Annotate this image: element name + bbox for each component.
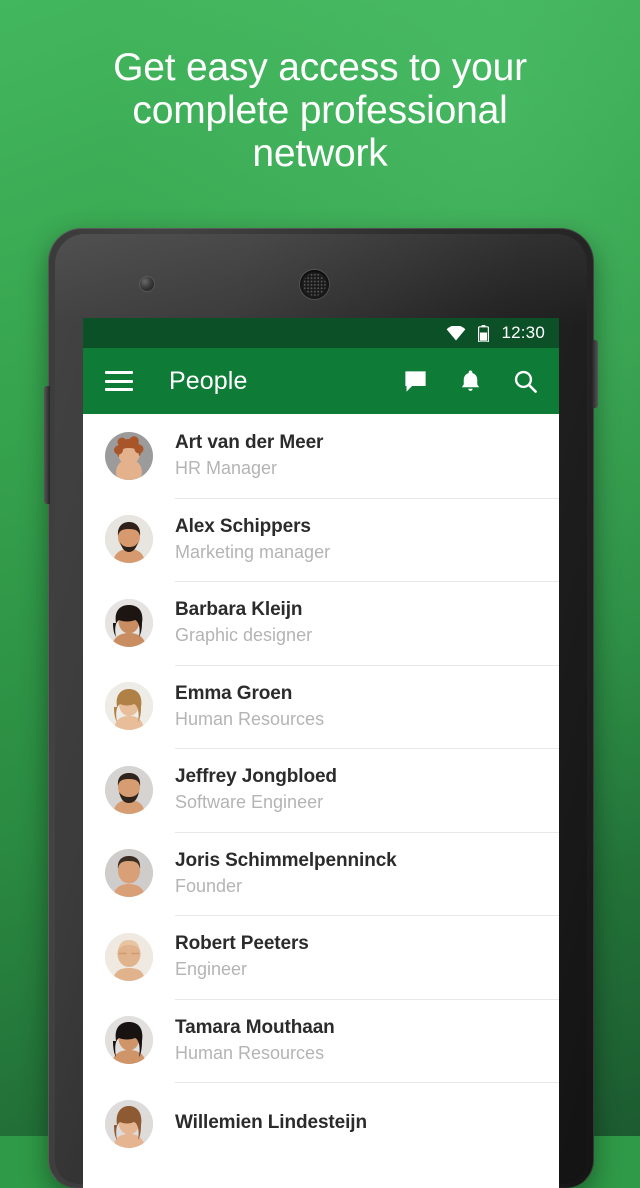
status-bar: 12:30 xyxy=(83,318,559,348)
person-role: HR Manager xyxy=(175,458,278,479)
person-name: Art van der Meer xyxy=(175,432,324,454)
bell-icon[interactable] xyxy=(457,368,484,395)
person-role: Founder xyxy=(175,875,243,896)
earpiece-speaker-icon xyxy=(300,270,329,299)
list-item[interactable]: Joris Schimmelpenninck Founder xyxy=(83,831,559,916)
hamburger-menu-icon[interactable] xyxy=(105,371,133,391)
phone-mockup: 12:30 People Art van der Meer HR Manager… xyxy=(44,228,598,1188)
list-item-text: Art van der Meer HR Manager xyxy=(175,431,323,480)
list-item-text: Joris Schimmelpenninck Founder xyxy=(175,849,397,898)
app-bar: People xyxy=(83,348,559,414)
list-item[interactable]: Art van der Meer HR Manager xyxy=(83,414,559,498)
avatar xyxy=(105,682,153,731)
list-item-text: Jeffrey Jongbloed Software Engineer xyxy=(175,765,337,814)
list-item[interactable]: Robert Peeters Engineer xyxy=(83,915,559,999)
list-item-text: Tamara Mouthaan Human Resources xyxy=(175,1016,335,1065)
person-name: Willemien Lindesteijn xyxy=(175,1112,367,1134)
list-item-text: Barbara Kleijn Graphic designer xyxy=(175,598,312,647)
person-role: Human Resources xyxy=(175,1042,325,1063)
person-role: Marketing manager xyxy=(175,541,331,562)
list-item[interactable]: Jeffrey Jongbloed Software Engineer xyxy=(83,748,559,832)
front-camera-icon xyxy=(140,277,154,291)
person-name: Tamara Mouthaan xyxy=(175,1016,335,1038)
list-item[interactable]: Tamara Mouthaan Human Resources xyxy=(83,998,559,1083)
person-role: Graphic designer xyxy=(175,625,313,646)
promo-headline: Get easy access to your complete profess… xyxy=(113,46,527,175)
list-item[interactable]: Willemien Lindesteijn xyxy=(83,1082,559,1166)
avatar xyxy=(105,932,153,981)
status-bar-clock: 12:30 xyxy=(501,323,545,342)
person-name: Alex Schippers xyxy=(175,515,311,537)
avatar xyxy=(105,598,153,647)
person-name: Barbara Kleijn xyxy=(175,599,303,621)
list-item-text: Alex Schippers Marketing manager xyxy=(175,515,330,564)
person-name: Jeffrey Jongbloed xyxy=(175,766,337,788)
power-button[interactable] xyxy=(592,340,598,408)
volume-button[interactable] xyxy=(44,386,50,504)
people-list: Art van der Meer HR Manager Alex Schippe… xyxy=(83,414,559,1166)
avatar xyxy=(105,765,153,814)
avatar xyxy=(105,1016,153,1065)
person-name: Robert Peeters xyxy=(175,933,309,955)
person-role: Engineer xyxy=(175,959,248,980)
wifi-icon xyxy=(446,325,466,341)
list-item[interactable]: Emma Groen Human Resources xyxy=(83,664,559,749)
search-icon[interactable] xyxy=(512,368,539,395)
page-title: People xyxy=(169,366,248,395)
list-item-text: Robert Peeters Engineer xyxy=(175,932,309,981)
avatar xyxy=(105,515,153,564)
list-item-text: Willemien Lindesteijn xyxy=(175,1111,367,1136)
avatar xyxy=(105,849,153,898)
avatar xyxy=(105,431,153,480)
app-bar-actions xyxy=(402,368,539,395)
battery-icon xyxy=(478,324,490,342)
list-item-text: Emma Groen Human Resources xyxy=(175,682,324,731)
chat-bubble-icon[interactable] xyxy=(402,368,429,395)
person-role: Software Engineer xyxy=(175,792,324,813)
list-item[interactable]: Barbara Kleijn Graphic designer xyxy=(83,581,559,665)
person-name: Emma Groen xyxy=(175,682,293,704)
status-bar-icons: 12:30 xyxy=(446,323,545,343)
avatar xyxy=(105,1099,153,1148)
phone-screen: 12:30 People Art van der Meer HR Manager… xyxy=(83,318,559,1188)
person-role: Human Resources xyxy=(175,708,325,729)
person-name: Joris Schimmelpenninck xyxy=(175,849,397,871)
list-item[interactable]: Alex Schippers Marketing manager xyxy=(83,497,559,582)
